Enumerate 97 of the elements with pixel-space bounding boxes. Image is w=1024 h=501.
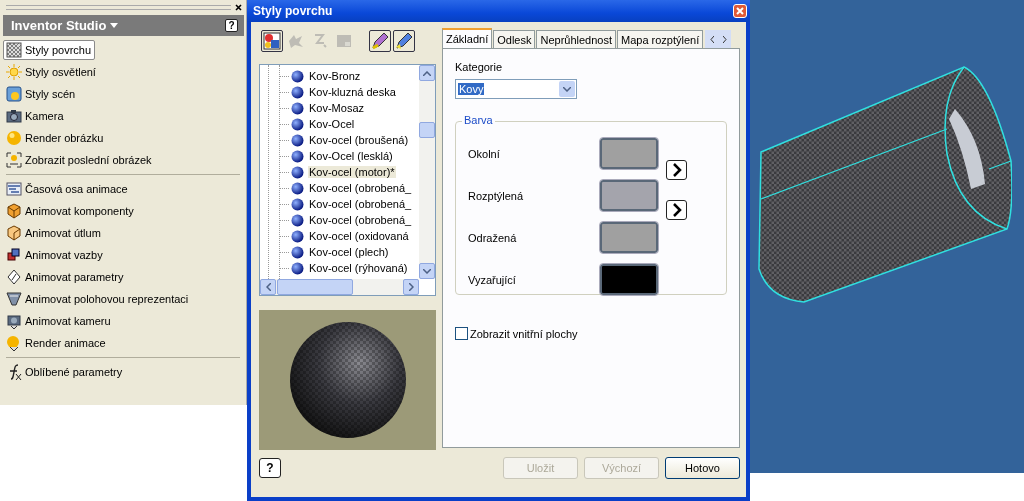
panel-menu-item[interactable]: Zobrazit poslední obrázek	[3, 150, 156, 170]
tree-item[interactable]: Kov-ocel (plech)	[308, 246, 390, 258]
panel-header[interactable]: Inventor Studio ?	[3, 15, 244, 36]
sphere-icon	[291, 261, 304, 275]
panel-menu-item[interactable]: Časová osa animace	[3, 179, 132, 199]
camera-icon	[6, 313, 22, 329]
camera-icon	[6, 108, 22, 124]
sphere-icon	[291, 245, 304, 259]
help-button[interactable]: ?	[259, 458, 281, 478]
checkbox[interactable]	[455, 327, 468, 340]
toolbar-button[interactable]	[369, 30, 391, 52]
sphere-icon	[6, 335, 22, 351]
color-swatch[interactable]	[600, 264, 658, 295]
color-label: Okolní	[468, 147, 500, 160]
sphere-icon	[291, 181, 304, 195]
hatched-square-icon	[6, 42, 22, 58]
sun-icon	[6, 64, 22, 80]
color-swatch[interactable]	[600, 180, 658, 211]
color-label: Vyzařující	[468, 273, 516, 286]
tree-item[interactable]: Kov-Bronz	[308, 70, 362, 82]
color-label: Rozptýlená	[468, 189, 524, 202]
panel-menu-item[interactable]: Animovat parametry	[3, 267, 128, 287]
scrollbar-thumb[interactable]	[419, 122, 435, 138]
sphere-icon	[291, 149, 304, 163]
tree-item[interactable]: Kov-Mosaz	[308, 102, 366, 114]
tree-item[interactable]: Kov-ocel (broušená)	[308, 134, 410, 146]
palette-icon	[262, 31, 282, 51]
blocks-icon	[6, 247, 22, 263]
color-swatch[interactable]	[600, 138, 658, 169]
tree-item[interactable]: Kov-ocel (obrobená_	[308, 198, 413, 210]
tree-item[interactable]: Kov-Ocel	[308, 118, 356, 130]
tree-item[interactable]: Kov-Ocel (lesklá)	[308, 150, 394, 162]
scrollbar-thumb[interactable]	[277, 279, 353, 295]
copy-arrow-button[interactable]	[666, 160, 687, 180]
sphere-icon	[291, 197, 304, 211]
sphere-icon	[291, 69, 304, 83]
cube-icon	[6, 225, 22, 241]
panel-menu-item[interactable]: Styly scén	[3, 84, 80, 104]
panel-menu-item[interactable]: Animovat vazby	[3, 245, 107, 265]
close-button[interactable]	[733, 4, 747, 18]
vertical-scrollbar[interactable]	[419, 65, 435, 279]
tab[interactable]: Odlesk	[493, 30, 536, 48]
tree-item[interactable]: Kov-ocel (obrobená_	[308, 214, 413, 226]
toolbar-button[interactable]	[393, 30, 415, 52]
sphere-icon	[291, 229, 304, 243]
panel-menu-item[interactable]: Animovat kameru	[3, 311, 115, 331]
brush-icon	[394, 31, 414, 51]
category-label: Kategorie	[455, 61, 504, 73]
checkbox-label: Zobrazit vnitřní plochy	[470, 327, 578, 340]
dropdown-caret-icon	[110, 23, 119, 28]
scene-icon	[6, 86, 22, 102]
dialog-button[interactable]: Hotovo	[665, 457, 740, 479]
tree-item[interactable]: Kov-kluzná deska	[308, 86, 397, 98]
sphere-icon	[291, 213, 304, 227]
pipette-icon	[370, 31, 390, 51]
panel-title: Inventor Studio	[11, 18, 119, 33]
panel-menu-item[interactable]: Animovat komponenty	[3, 201, 138, 221]
sphere-icon	[291, 101, 304, 115]
chevron-icon	[671, 163, 682, 177]
dialog-title: Styly povrchu	[252, 4, 333, 18]
panel-menu-item[interactable]: Animovat útlum	[3, 223, 105, 243]
panel-menu-item[interactable]: Styly osvětlení	[3, 62, 100, 82]
cube-icon	[6, 203, 22, 219]
help-icon[interactable]: ?	[225, 19, 238, 32]
tree-item[interactable]: Kov-ocel (motor)*	[308, 166, 396, 178]
caret-icon	[563, 86, 571, 92]
panel-menu-item[interactable]: Render obrázku	[3, 128, 108, 148]
timeline-icon	[6, 181, 22, 197]
panel-menu-item[interactable]: Render animace	[3, 333, 110, 353]
panel-menu-item[interactable]: Animovat polohovou reprezentaci	[3, 289, 193, 309]
tree-item[interactable]: Kov-ocel (rýhovaná)	[308, 262, 409, 274]
sphere-icon	[6, 130, 22, 146]
tree-item[interactable]: Kov-ocel (oxidovaná	[308, 230, 410, 242]
category-dropdown[interactable]: Kovy	[455, 79, 577, 99]
copy-arrow-button[interactable]	[666, 200, 687, 220]
tab[interactable]: Základní	[442, 28, 493, 48]
chevron-icon	[671, 203, 682, 217]
panel-menu-item[interactable]: Kamera	[3, 106, 68, 126]
color-label: Odražená	[468, 231, 517, 244]
sphere-icon	[291, 85, 304, 99]
tab-scroll-arrows[interactable]	[705, 30, 732, 48]
group-title: Barva	[462, 114, 495, 126]
horizontal-scrollbar[interactable]	[260, 279, 419, 295]
funnel-icon	[6, 291, 22, 307]
diamond-icon	[6, 269, 22, 285]
toolbar-button[interactable]	[261, 30, 283, 52]
sphere-icon	[291, 117, 304, 131]
color-swatch[interactable]	[600, 222, 658, 253]
sphere-icon	[291, 165, 304, 179]
panel-menu-item[interactable]: Styly povrchu	[3, 40, 96, 60]
tree-item[interactable]: Kov-ocel (obrobená_	[308, 182, 413, 194]
tab[interactable]: Mapa rozptýlení	[617, 30, 704, 48]
sphere-icon	[291, 133, 304, 147]
tab[interactable]: Neprůhlednost	[536, 30, 616, 48]
framed-sphere-icon	[6, 152, 22, 168]
panel-menu-item[interactable]: Oblíbené parametry	[3, 362, 127, 382]
close-icon[interactable]	[235, 3, 242, 11]
